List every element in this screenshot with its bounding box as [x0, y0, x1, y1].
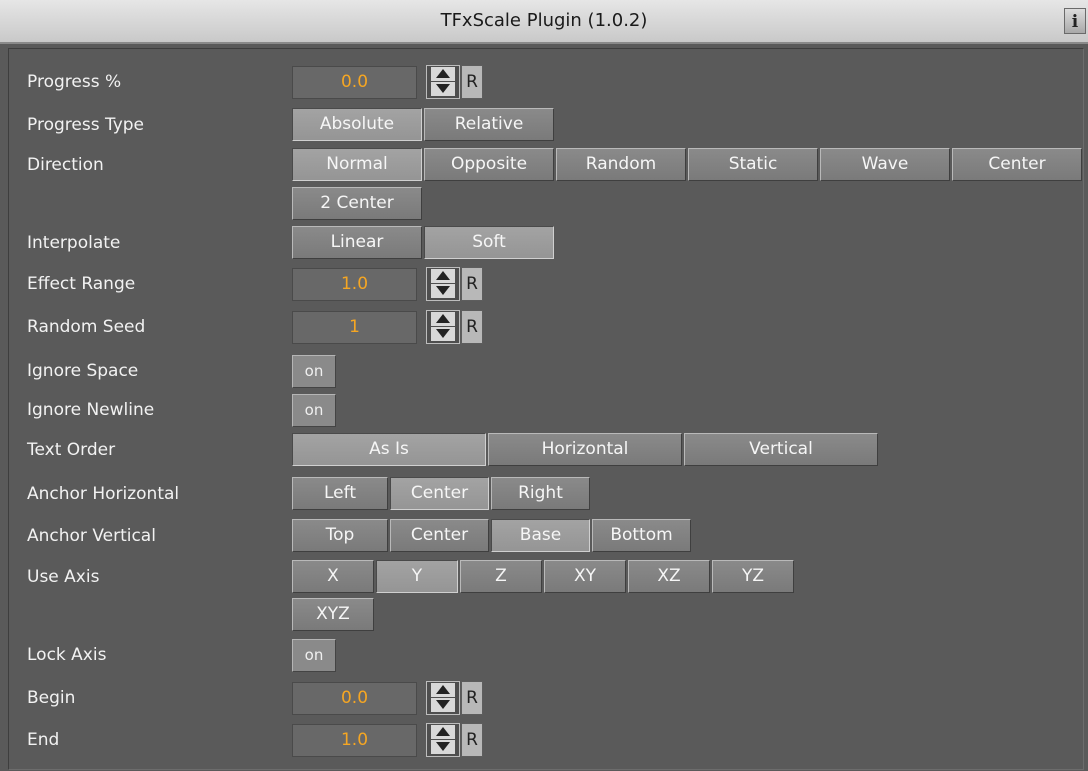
- progress-field[interactable]: 0.0: [292, 66, 417, 99]
- arrow-down-icon[interactable]: [431, 740, 455, 754]
- random-seed-spinner[interactable]: [426, 310, 460, 344]
- end-field[interactable]: 1.0: [292, 724, 417, 757]
- arrow-down-icon[interactable]: [431, 82, 455, 96]
- direction-normal-button[interactable]: Normal: [292, 148, 422, 181]
- ignore-space-label: Ignore Space: [27, 361, 139, 381]
- lock-axis-toggle[interactable]: on: [292, 639, 336, 672]
- arrow-up-icon[interactable]: [431, 312, 455, 327]
- anchor-vertical-top-button[interactable]: Top: [292, 519, 388, 552]
- begin-reset-button[interactable]: R: [461, 681, 483, 715]
- anchor-vertical-label: Anchor Vertical: [27, 526, 156, 546]
- direction-random-button[interactable]: Random: [556, 148, 686, 181]
- ignore-newline-toggle[interactable]: on: [292, 394, 336, 427]
- title-bar: TFxScale Plugin (1.0.2) i: [0, 0, 1088, 44]
- lock-axis-label: Lock Axis: [27, 645, 107, 665]
- interpolate-label: Interpolate: [27, 233, 121, 253]
- interpolate-linear-button[interactable]: Linear: [292, 226, 422, 259]
- direction-opposite-button[interactable]: Opposite: [424, 148, 554, 181]
- begin-field[interactable]: 0.0: [292, 682, 417, 715]
- effect-range-spinner[interactable]: [426, 267, 460, 301]
- use-axis-xy-button[interactable]: XY: [544, 560, 626, 593]
- window-title: TFxScale Plugin (1.0.2): [440, 10, 648, 31]
- use-axis-xz-button[interactable]: XZ: [628, 560, 710, 593]
- effect-range-label: Effect Range: [27, 274, 136, 294]
- direction-center-button[interactable]: Center: [952, 148, 1082, 181]
- direction-static-button[interactable]: Static: [688, 148, 818, 181]
- anchor-vertical-bottom-button[interactable]: Bottom: [592, 519, 691, 552]
- text-order-horizontal-button[interactable]: Horizontal: [488, 433, 682, 466]
- arrow-down-icon[interactable]: [431, 284, 455, 298]
- text-order-asis-button[interactable]: As Is: [292, 433, 486, 466]
- use-axis-x-button[interactable]: X: [292, 560, 374, 593]
- use-axis-label: Use Axis: [27, 567, 100, 587]
- use-axis-xyz-button[interactable]: XYZ: [292, 598, 374, 631]
- arrow-down-icon[interactable]: [431, 698, 455, 712]
- anchor-vertical-base-button[interactable]: Base: [491, 519, 590, 552]
- use-axis-y-button[interactable]: Y: [376, 560, 458, 593]
- info-icon[interactable]: i: [1064, 8, 1086, 34]
- ignore-space-toggle[interactable]: on: [292, 355, 336, 388]
- random-seed-label: Random Seed: [27, 317, 146, 337]
- use-axis-z-button[interactable]: Z: [460, 560, 542, 593]
- direction-label: Direction: [27, 155, 104, 175]
- end-reset-button[interactable]: R: [461, 723, 483, 757]
- ignore-newline-label: Ignore Newline: [27, 400, 155, 420]
- text-order-vertical-button[interactable]: Vertical: [684, 433, 878, 466]
- begin-spinner[interactable]: [426, 681, 460, 715]
- text-order-label: Text Order: [27, 440, 116, 460]
- interpolate-soft-button[interactable]: Soft: [424, 226, 554, 259]
- random-seed-reset-button[interactable]: R: [461, 310, 483, 344]
- progress-type-label: Progress Type: [27, 115, 144, 135]
- arrow-down-icon[interactable]: [431, 327, 455, 341]
- anchor-vertical-center-button[interactable]: Center: [390, 519, 489, 552]
- effect-range-field[interactable]: 1.0: [292, 268, 417, 301]
- begin-label: Begin: [27, 688, 76, 708]
- direction-2center-button[interactable]: 2 Center: [292, 187, 422, 220]
- progress-type-absolute-button[interactable]: Absolute: [292, 108, 422, 141]
- use-axis-yz-button[interactable]: YZ: [712, 560, 794, 593]
- arrow-up-icon[interactable]: [431, 683, 455, 698]
- progress-spinner[interactable]: [426, 65, 460, 99]
- arrow-up-icon[interactable]: [431, 67, 455, 82]
- direction-wave-button[interactable]: Wave: [820, 148, 950, 181]
- effect-range-reset-button[interactable]: R: [461, 267, 483, 301]
- anchor-horizontal-right-button[interactable]: Right: [491, 477, 590, 510]
- progress-type-relative-button[interactable]: Relative: [424, 108, 554, 141]
- anchor-horizontal-center-button[interactable]: Center: [390, 477, 489, 510]
- arrow-up-icon[interactable]: [431, 725, 455, 740]
- anchor-horizontal-label: Anchor Horizontal: [27, 484, 180, 504]
- random-seed-field[interactable]: 1: [292, 311, 417, 344]
- end-label: End: [27, 730, 60, 750]
- progress-label: Progress %: [27, 72, 122, 92]
- end-spinner[interactable]: [426, 723, 460, 757]
- progress-reset-button[interactable]: R: [461, 65, 483, 99]
- arrow-up-icon[interactable]: [431, 269, 455, 284]
- anchor-horizontal-left-button[interactable]: Left: [292, 477, 388, 510]
